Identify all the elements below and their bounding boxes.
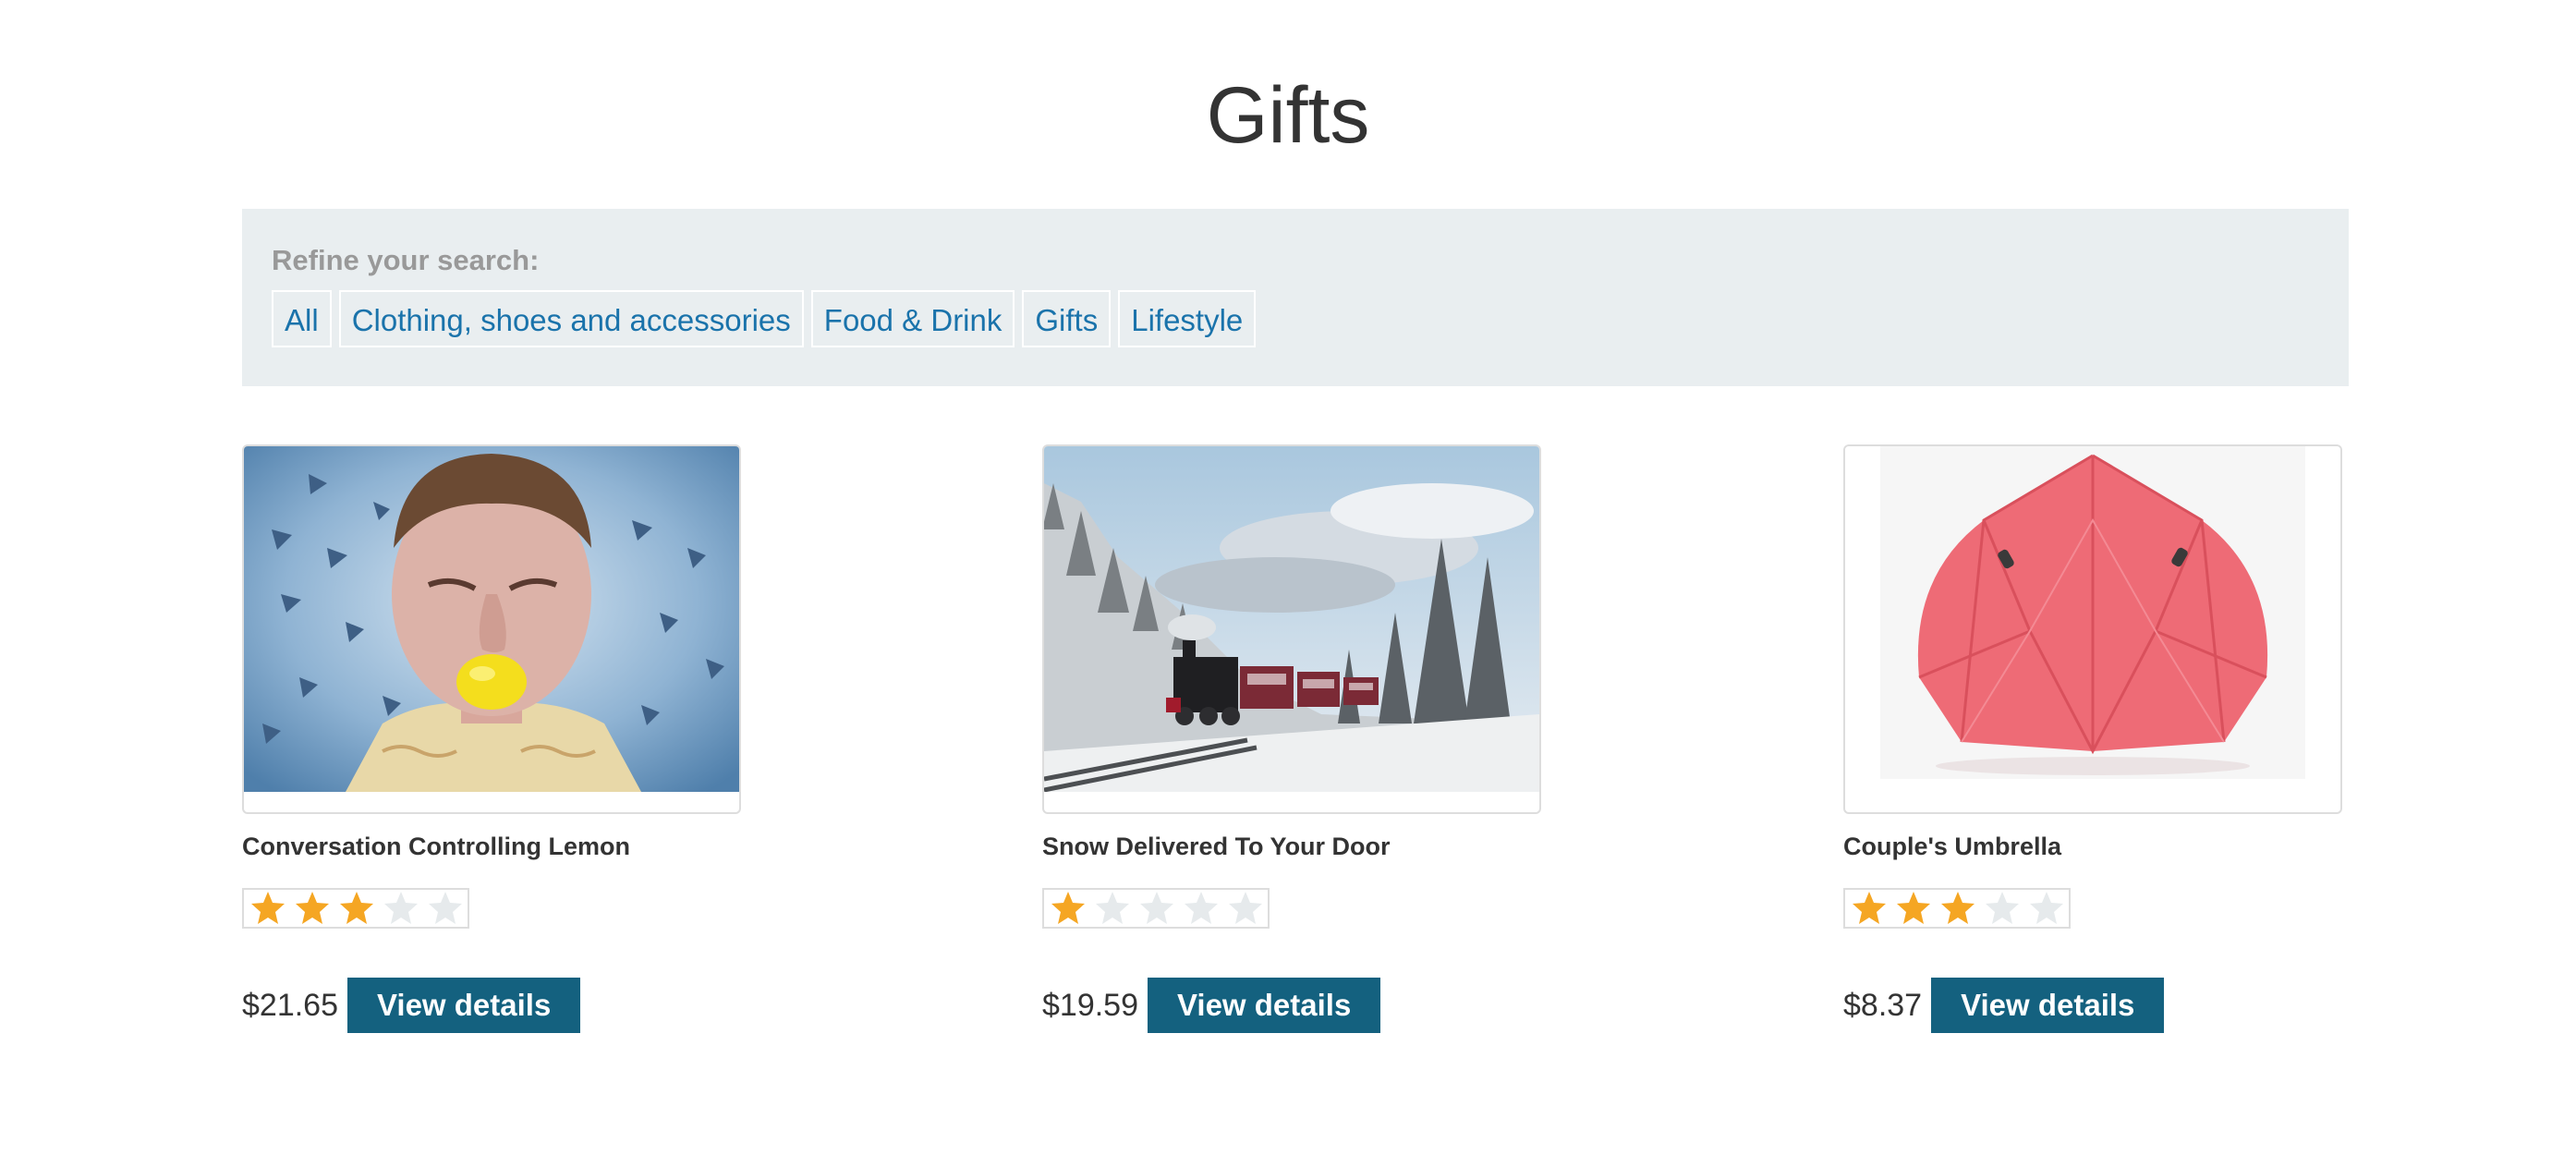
product-card: Conversation Controlling Lemon $21.65 Vi…: [242, 444, 741, 1033]
filter-food-drink[interactable]: Food & Drink: [810, 290, 1015, 347]
star-empty-icon: [379, 890, 423, 927]
star-empty-icon: [1980, 890, 2024, 927]
star-filled-icon: [1891, 890, 1936, 927]
star-empty-icon: [1223, 890, 1268, 927]
product-price: $8.37: [1843, 987, 1923, 1023]
view-details-button[interactable]: View details: [1931, 978, 2165, 1033]
star-filled-icon: [290, 890, 334, 927]
red-double-umbrella-photo: [1845, 446, 2340, 792]
category-filters: All Clothing, shoes and accessories Food…: [272, 290, 1257, 347]
refine-label: Refine your search:: [272, 244, 540, 276]
star-filled-icon: [334, 890, 379, 927]
filter-all[interactable]: All: [272, 290, 332, 347]
product-name: Snow Delivered To Your Door: [1042, 833, 1391, 860]
page-title: Gifts: [1206, 71, 1370, 160]
product-price: $21.65: [242, 987, 338, 1023]
refine-search-panel: Refine your search: All Clothing, shoes …: [242, 209, 2349, 386]
star-rating: [242, 888, 469, 929]
price-row: $21.65 View details: [242, 978, 581, 1033]
price-row: $19.59 View details: [1042, 978, 1381, 1033]
steam-train-snowy-forest-photo: [1044, 446, 1539, 792]
man-biting-lemon-photo: [244, 446, 739, 792]
star-rating: [1042, 888, 1270, 929]
star-filled-icon: [246, 890, 290, 927]
price-row: $8.37 View details: [1843, 978, 2165, 1033]
product-image-snow[interactable]: [1042, 444, 1541, 814]
filter-gifts[interactable]: Gifts: [1022, 290, 1112, 347]
star-empty-icon: [1135, 890, 1179, 927]
product-card: Snow Delivered To Your Door $19.59 View …: [1042, 444, 1541, 1033]
star-rating: [1843, 888, 2071, 929]
product-card: Couple's Umbrella $8.37 View details: [1843, 444, 2342, 1033]
star-filled-icon: [1847, 890, 1891, 927]
star-filled-icon: [1046, 890, 1090, 927]
filter-clothing-shoes-accessories[interactable]: Clothing, shoes and accessories: [338, 290, 804, 347]
star-empty-icon: [2024, 890, 2069, 927]
filter-lifestyle[interactable]: Lifestyle: [1118, 290, 1257, 347]
product-image-umbrella[interactable]: [1843, 444, 2342, 814]
view-details-button[interactable]: View details: [1148, 978, 1381, 1033]
product-price: $19.59: [1042, 987, 1138, 1023]
product-image-lemon[interactable]: [242, 444, 741, 814]
view-details-button[interactable]: View details: [347, 978, 581, 1033]
product-name: Conversation Controlling Lemon: [242, 833, 631, 860]
star-empty-icon: [1090, 890, 1135, 927]
star-empty-icon: [423, 890, 468, 927]
star-filled-icon: [1936, 890, 1980, 927]
product-name: Couple's Umbrella: [1843, 833, 2061, 860]
star-empty-icon: [1179, 890, 1223, 927]
